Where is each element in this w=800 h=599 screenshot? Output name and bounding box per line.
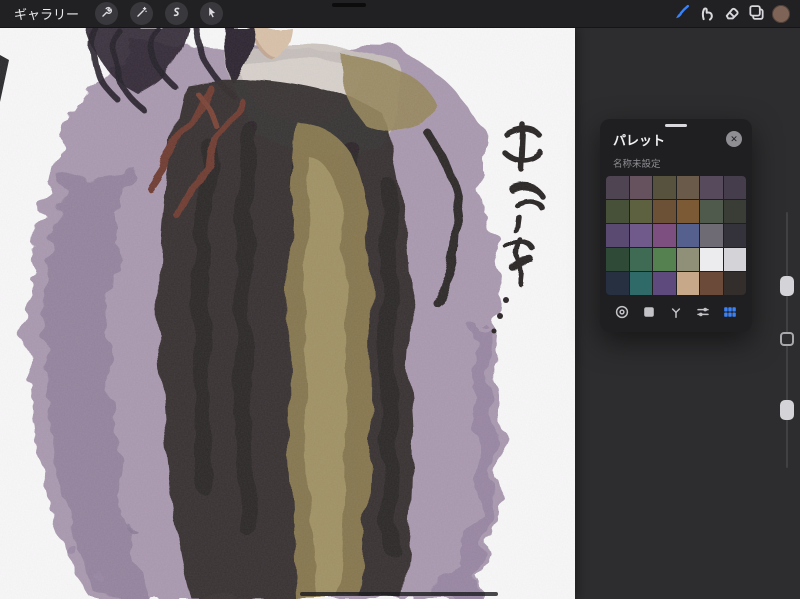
palette-swatch-r2c0[interactable]	[606, 224, 629, 247]
palette-swatch-r0c1[interactable]	[629, 176, 652, 199]
multitask-drag-handle[interactable]	[332, 3, 366, 7]
classic-square-icon	[641, 304, 657, 323]
palette-swatch-r4c5[interactable]	[723, 272, 746, 295]
gallery-button[interactable]: ギャラリー	[10, 4, 83, 23]
palette-swatch-r1c0[interactable]	[606, 200, 629, 223]
transform-button[interactable]	[200, 2, 224, 25]
palette-swatch-r4c0[interactable]	[606, 272, 629, 295]
value-sliders-icon	[695, 304, 711, 323]
erase-tool-button[interactable]	[722, 3, 740, 25]
close-icon[interactable]: ✕	[726, 131, 742, 147]
palette-swatch-r3c5[interactable]	[723, 248, 746, 271]
palette-swatch-r3c0[interactable]	[606, 248, 629, 271]
palette-swatch-r2c4[interactable]	[700, 224, 723, 247]
eraser-icon	[722, 3, 741, 25]
palette-swatch-r2c3[interactable]	[676, 224, 699, 247]
palette-panel: パレット ✕ 名称未設定	[600, 119, 752, 332]
layers-button[interactable]	[747, 3, 765, 25]
brush-opacity-slider[interactable]	[780, 400, 794, 420]
palette-title: パレット	[613, 132, 666, 148]
panel-drag-handle[interactable]	[665, 124, 687, 127]
smudge-finger-icon	[697, 3, 716, 25]
palette-swatch-r4c2[interactable]	[653, 272, 676, 295]
palette-swatch-grid	[606, 176, 746, 295]
palette-swatch-r3c2[interactable]	[653, 248, 676, 271]
palette-swatch-r0c0[interactable]	[606, 176, 629, 199]
palette-mode-palettes-button[interactable]	[721, 304, 739, 322]
palette-swatch-r1c1[interactable]	[629, 200, 652, 223]
disc-icon	[614, 304, 630, 323]
toolbar: ギャラリー	[0, 0, 800, 28]
palette-mode-value-button[interactable]	[694, 304, 712, 322]
palette-swatch-r4c1[interactable]	[629, 272, 652, 295]
selection-button[interactable]	[165, 2, 189, 25]
palette-swatch-r3c1[interactable]	[629, 248, 652, 271]
palette-swatch-r1c2[interactable]	[653, 200, 676, 223]
harmony-icon	[668, 304, 684, 323]
color-button[interactable]	[772, 3, 790, 25]
current-color-swatch	[772, 4, 790, 23]
palette-swatch-r3c4[interactable]	[700, 248, 723, 271]
palette-swatch-r4c3[interactable]	[676, 272, 699, 295]
palettes-grid-icon	[722, 304, 738, 323]
toolbar-right-group	[672, 3, 790, 25]
palette-swatch-r2c5[interactable]	[723, 224, 746, 247]
palette-swatch-r4c4[interactable]	[700, 272, 723, 295]
modify-button[interactable]	[780, 332, 794, 346]
palette-name[interactable]: 名称未設定	[600, 149, 752, 176]
wrench-icon	[100, 6, 113, 22]
brush-icon	[672, 3, 691, 25]
smudge-tool-button[interactable]	[697, 3, 715, 25]
layers-icon	[747, 3, 766, 25]
palette-swatch-r1c5[interactable]	[723, 200, 746, 223]
palette-mode-disc-button[interactable]	[613, 304, 631, 322]
palette-swatch-r2c1[interactable]	[629, 224, 652, 247]
brush-size-slider[interactable]	[780, 276, 794, 296]
toolbar-left-group: ギャラリー	[10, 2, 224, 25]
canvas[interactable]	[0, 28, 575, 599]
palette-swatch-r0c4[interactable]	[700, 176, 723, 199]
palette-swatch-r0c2[interactable]	[653, 176, 676, 199]
palette-mode-classic-button[interactable]	[640, 304, 658, 322]
home-indicator-handle[interactable]	[300, 592, 498, 596]
magic-wand-icon	[135, 6, 148, 22]
brush-sidebar	[777, 212, 797, 468]
selection-s-icon	[170, 6, 183, 22]
palette-swatch-r0c3[interactable]	[676, 176, 699, 199]
palette-swatch-r0c5[interactable]	[723, 176, 746, 199]
palette-mode-row	[600, 295, 752, 324]
palette-swatch-r1c4[interactable]	[700, 200, 723, 223]
palette-mode-harmony-button[interactable]	[667, 304, 685, 322]
palette-swatch-r1c3[interactable]	[676, 200, 699, 223]
arrow-cursor-icon	[205, 6, 218, 22]
actions-button[interactable]	[95, 2, 119, 25]
palette-swatch-r2c2[interactable]	[653, 224, 676, 247]
painting-artwork	[0, 28, 575, 599]
adjustments-button[interactable]	[130, 2, 154, 25]
paint-tool-button[interactable]	[672, 3, 690, 25]
palette-swatch-r3c3[interactable]	[676, 248, 699, 271]
